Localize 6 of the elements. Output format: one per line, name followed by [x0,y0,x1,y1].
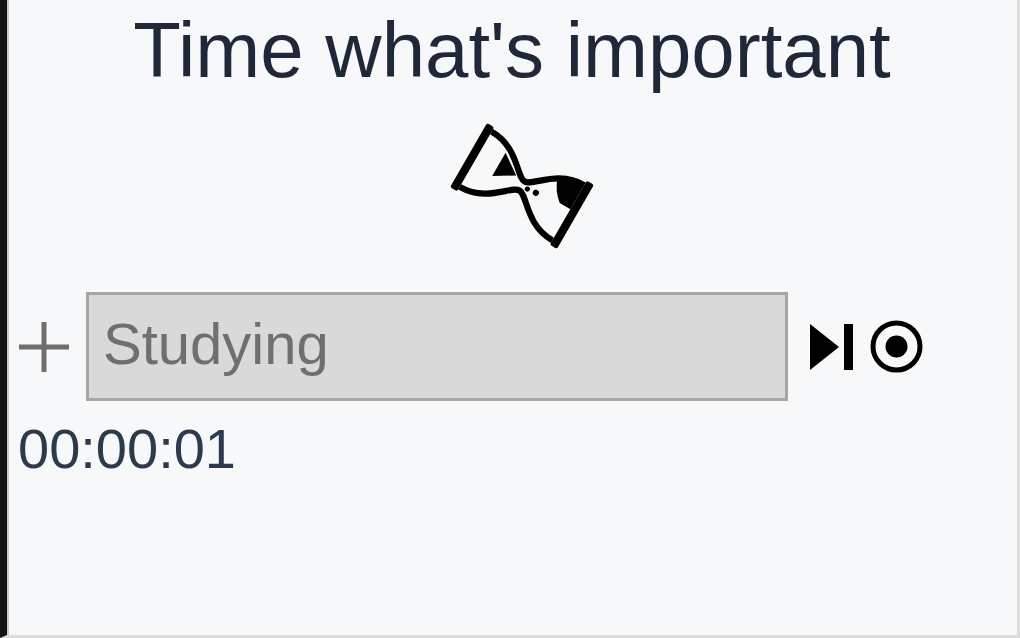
skip-to-end-icon[interactable] [810,323,853,370]
hourglass-icon [450,122,594,250]
app-title: Time what's important [133,5,891,95]
plus-icon[interactable] [18,320,70,373]
elapsed-time: 00:00:01 [17,417,237,481]
record-icon[interactable] [870,320,923,373]
